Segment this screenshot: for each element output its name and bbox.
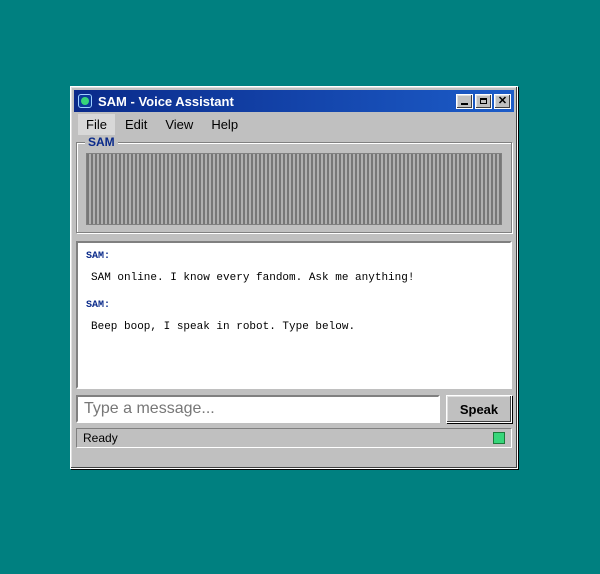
message-text: SAM online. I know every fandom. Ask me … [91,272,415,284]
maximize-button[interactable] [475,93,492,109]
app-icon [78,94,92,108]
voice-visualizer [86,153,502,225]
minimize-icon [461,102,468,105]
menu-view[interactable]: View [157,114,201,135]
voice-assistant-window: SAM - Voice Assistant ✕ File Edit View H… [70,86,518,469]
visualizer-group: SAM [76,135,512,233]
message-input[interactable] [76,395,440,423]
menu-bar: File Edit View Help [74,112,514,136]
chat-log[interactable]: SAM: SAM online. I know every fandom. As… [76,241,512,389]
menu-file[interactable]: File [78,113,115,135]
maximize-icon [480,98,487,104]
window-title: SAM - Voice Assistant [98,93,234,109]
status-text: Ready [83,431,118,445]
message-speaker: SAM: [86,300,111,311]
visualizer-label: SAM [85,135,118,149]
minimize-button[interactable] [456,93,473,109]
menu-help[interactable]: Help [203,114,246,135]
status-bar: Ready [76,428,512,448]
close-button[interactable]: ✕ [494,93,511,109]
title-bar[interactable]: SAM - Voice Assistant ✕ [74,90,514,112]
input-row: Speak [76,395,512,423]
message-speaker: SAM: [86,251,111,262]
message-text: Beep boop, I speak in robot. Type below. [91,321,356,333]
status-indicator [493,432,505,444]
menu-edit[interactable]: Edit [117,114,155,135]
speak-button[interactable]: Speak [446,395,512,423]
close-icon: ✕ [497,94,508,107]
